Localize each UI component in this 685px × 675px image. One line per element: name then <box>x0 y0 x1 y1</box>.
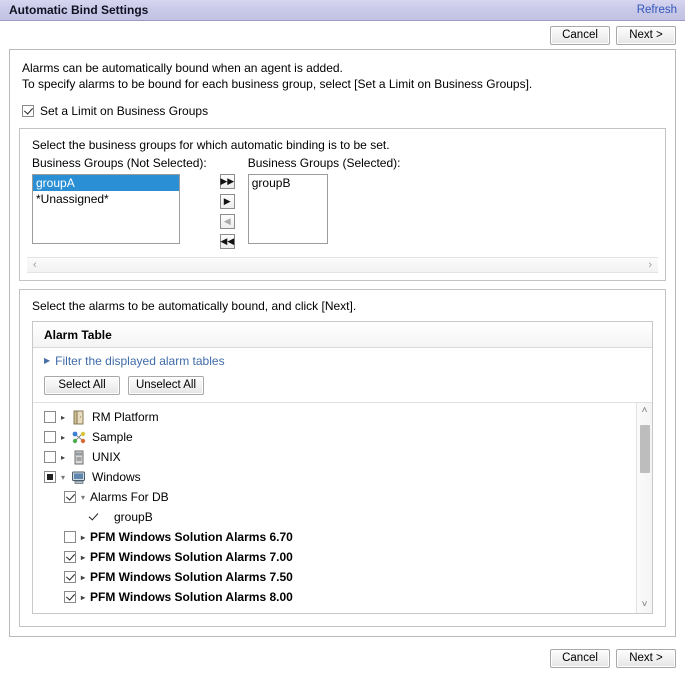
tree-row[interactable]: ▸PFM Windows Solution Alarms 6.70 <box>33 527 636 547</box>
tree-row[interactable]: ▸ RM Platform <box>33 407 636 427</box>
list-item[interactable]: groupB <box>249 175 327 191</box>
tree-row-checkbox[interactable] <box>64 591 76 603</box>
tree-row-label: Windows <box>92 470 141 484</box>
settings-panel: Alarms can be automatically bound when a… <box>9 49 676 637</box>
selection-buttons: Select All Unselect All <box>33 372 652 402</box>
chevron-right-icon: ▶ <box>44 357 50 365</box>
chevron-down-icon[interactable]: ▾ <box>76 493 90 502</box>
book-icon <box>71 410 87 425</box>
tree-row-checkbox[interactable] <box>44 431 56 443</box>
tree-row-label: Alarms For DB <box>90 490 169 504</box>
limit-on-business-groups-label: Set a Limit on Business Groups <box>40 104 208 118</box>
limit-on-business-groups-checkbox[interactable] <box>22 105 34 117</box>
move-left-button[interactable]: ◀ <box>220 214 235 229</box>
transfer-button-column: ▶▶ ▶ ◀ ◀◀ <box>207 174 248 249</box>
select-all-button[interactable]: Select All <box>44 376 120 395</box>
next-button-bottom[interactable]: Next > <box>616 649 676 668</box>
cancel-button-top[interactable]: Cancel <box>550 26 610 45</box>
business-groups-horizontal-scrollbar[interactable]: ‹ › <box>27 257 658 273</box>
tree-row[interactable]: ▸PFM Windows Solution Alarms 8.00 <box>33 587 636 607</box>
selected-caption: Business Groups (Selected): <box>248 156 401 174</box>
tree-row-checkbox[interactable] <box>64 551 76 563</box>
window-titlebar: Automatic Bind Settings Refresh <box>0 0 685 21</box>
intro-line-2: To specify alarms to be bound for each b… <box>22 76 663 92</box>
intro-line-1: Alarms can be automatically bound when a… <box>22 60 663 76</box>
move-right-button[interactable]: ▶ <box>220 194 235 209</box>
filter-alarm-tables-link[interactable]: Filter the displayed alarm tables <box>55 354 224 368</box>
tree-row[interactable]: ▸PFM Windows Solution Alarms 7.50 <box>33 567 636 587</box>
next-button-top[interactable]: Next > <box>616 26 676 45</box>
page-title: Automatic Bind Settings <box>9 3 637 17</box>
tree-row-label: PFM Windows Solution Alarms 8.00 <box>90 590 293 604</box>
top-button-strip: Cancel Next > <box>0 21 685 49</box>
tree-row-label: Sample <box>92 430 133 444</box>
not-selected-listbox[interactable]: groupA *Unassigned* <box>32 174 180 244</box>
scroll-right-icon[interactable]: › <box>648 259 652 271</box>
scrollbar-thumb[interactable] <box>640 425 650 473</box>
cancel-button-bottom[interactable]: Cancel <box>550 649 610 668</box>
chevron-right-icon[interactable]: ▸ <box>56 413 70 422</box>
alarm-table-title: Alarm Table <box>33 322 652 348</box>
refresh-link[interactable]: Refresh <box>637 4 677 16</box>
list-item[interactable]: groupA <box>33 175 179 191</box>
selected-column: Business Groups (Selected): groupB <box>248 156 401 244</box>
alarm-tree-vertical-scrollbar[interactable]: ˄ ˅ <box>636 403 652 613</box>
not-selected-column: Business Groups (Not Selected): groupA *… <box>32 156 207 244</box>
business-groups-section: Select the business groups for which aut… <box>19 128 666 281</box>
tree-row-label: PFM Windows Solution Alarms 7.50 <box>90 570 293 584</box>
scroll-left-icon[interactable]: ‹ <box>33 259 37 271</box>
tree-row-checkbox[interactable] <box>64 491 76 503</box>
scroll-down-icon[interactable]: ˅ <box>642 600 648 610</box>
tree-row-checkbox[interactable] <box>44 451 56 463</box>
alarms-instruction: Select the alarms to be automatically bo… <box>20 290 665 317</box>
chevron-right-icon[interactable]: ▸ <box>56 453 70 462</box>
tree-row-checkbox[interactable] <box>64 531 76 543</box>
selected-listbox[interactable]: groupB <box>248 174 328 244</box>
business-groups-instruction: Select the business groups for which aut… <box>20 129 665 156</box>
chevron-right-icon[interactable]: ▸ <box>76 553 90 562</box>
tree-row-label: PFM Windows Solution Alarms 7.00 <box>90 550 293 564</box>
chevron-down-icon[interactable]: ▾ <box>56 473 70 482</box>
check-mark-icon <box>88 511 100 523</box>
tree-row[interactable]: ▾ Windows <box>33 467 636 487</box>
tree-row-checkbox[interactable] <box>64 571 76 583</box>
server-icon <box>71 450 87 465</box>
not-selected-caption: Business Groups (Not Selected): <box>32 156 207 174</box>
tree-row-label: groupB <box>114 510 153 524</box>
chevron-right-icon[interactable]: ▸ <box>76 593 90 602</box>
main-content: Alarms can be automatically bound when a… <box>0 49 685 637</box>
alarm-tree-wrapper: ▸RM Platform▸Sample▸UNIX▾Windows▾Alarms … <box>33 402 652 613</box>
move-all-left-button[interactable]: ◀◀ <box>220 234 235 249</box>
scroll-up-icon[interactable]: ˄ <box>642 406 648 416</box>
tree-row[interactable]: ▾Alarms For DB <box>33 487 636 507</box>
monitor-icon <box>71 470 87 485</box>
alarm-table-box: Alarm Table ▶ Filter the displayed alarm… <box>32 321 653 614</box>
bottom-button-strip: Cancel Next > <box>0 637 685 675</box>
tree-row-label: PFM Windows Solution Alarms 6.70 <box>90 530 293 544</box>
chevron-right-icon[interactable]: ▸ <box>76 573 90 582</box>
alarms-section: Select the alarms to be automatically bo… <box>19 289 666 627</box>
tree-row[interactable]: ▸PFM Windows Solution Alarms 7.00 <box>33 547 636 567</box>
chevron-right-icon[interactable]: ▸ <box>76 533 90 542</box>
intro-text-block: Alarms can be automatically bound when a… <box>10 50 675 96</box>
list-item[interactable]: *Unassigned* <box>33 191 179 207</box>
tree-row-label: RM Platform <box>92 410 159 424</box>
tree-row-label: UNIX <box>92 450 121 464</box>
tree-row-checkbox[interactable] <box>44 471 56 483</box>
chevron-right-icon[interactable]: ▸ <box>56 433 70 442</box>
nodes-icon <box>71 430 87 445</box>
alarm-tree: ▸RM Platform▸Sample▸UNIX▾Windows▾Alarms … <box>33 403 636 613</box>
tree-row[interactable]: ▸ Sample <box>33 427 636 447</box>
dual-list-selector: Business Groups (Not Selected): groupA *… <box>20 156 665 249</box>
tree-row[interactable]: groupB <box>33 507 636 527</box>
tree-row[interactable]: ▸ UNIX <box>33 447 636 467</box>
tree-row-checkbox[interactable] <box>44 411 56 423</box>
unselect-all-button[interactable]: Unselect All <box>128 376 204 395</box>
limit-on-business-groups-row[interactable]: Set a Limit on Business Groups <box>10 96 675 128</box>
filter-row[interactable]: ▶ Filter the displayed alarm tables <box>33 348 652 372</box>
move-all-right-button[interactable]: ▶▶ <box>220 174 235 189</box>
